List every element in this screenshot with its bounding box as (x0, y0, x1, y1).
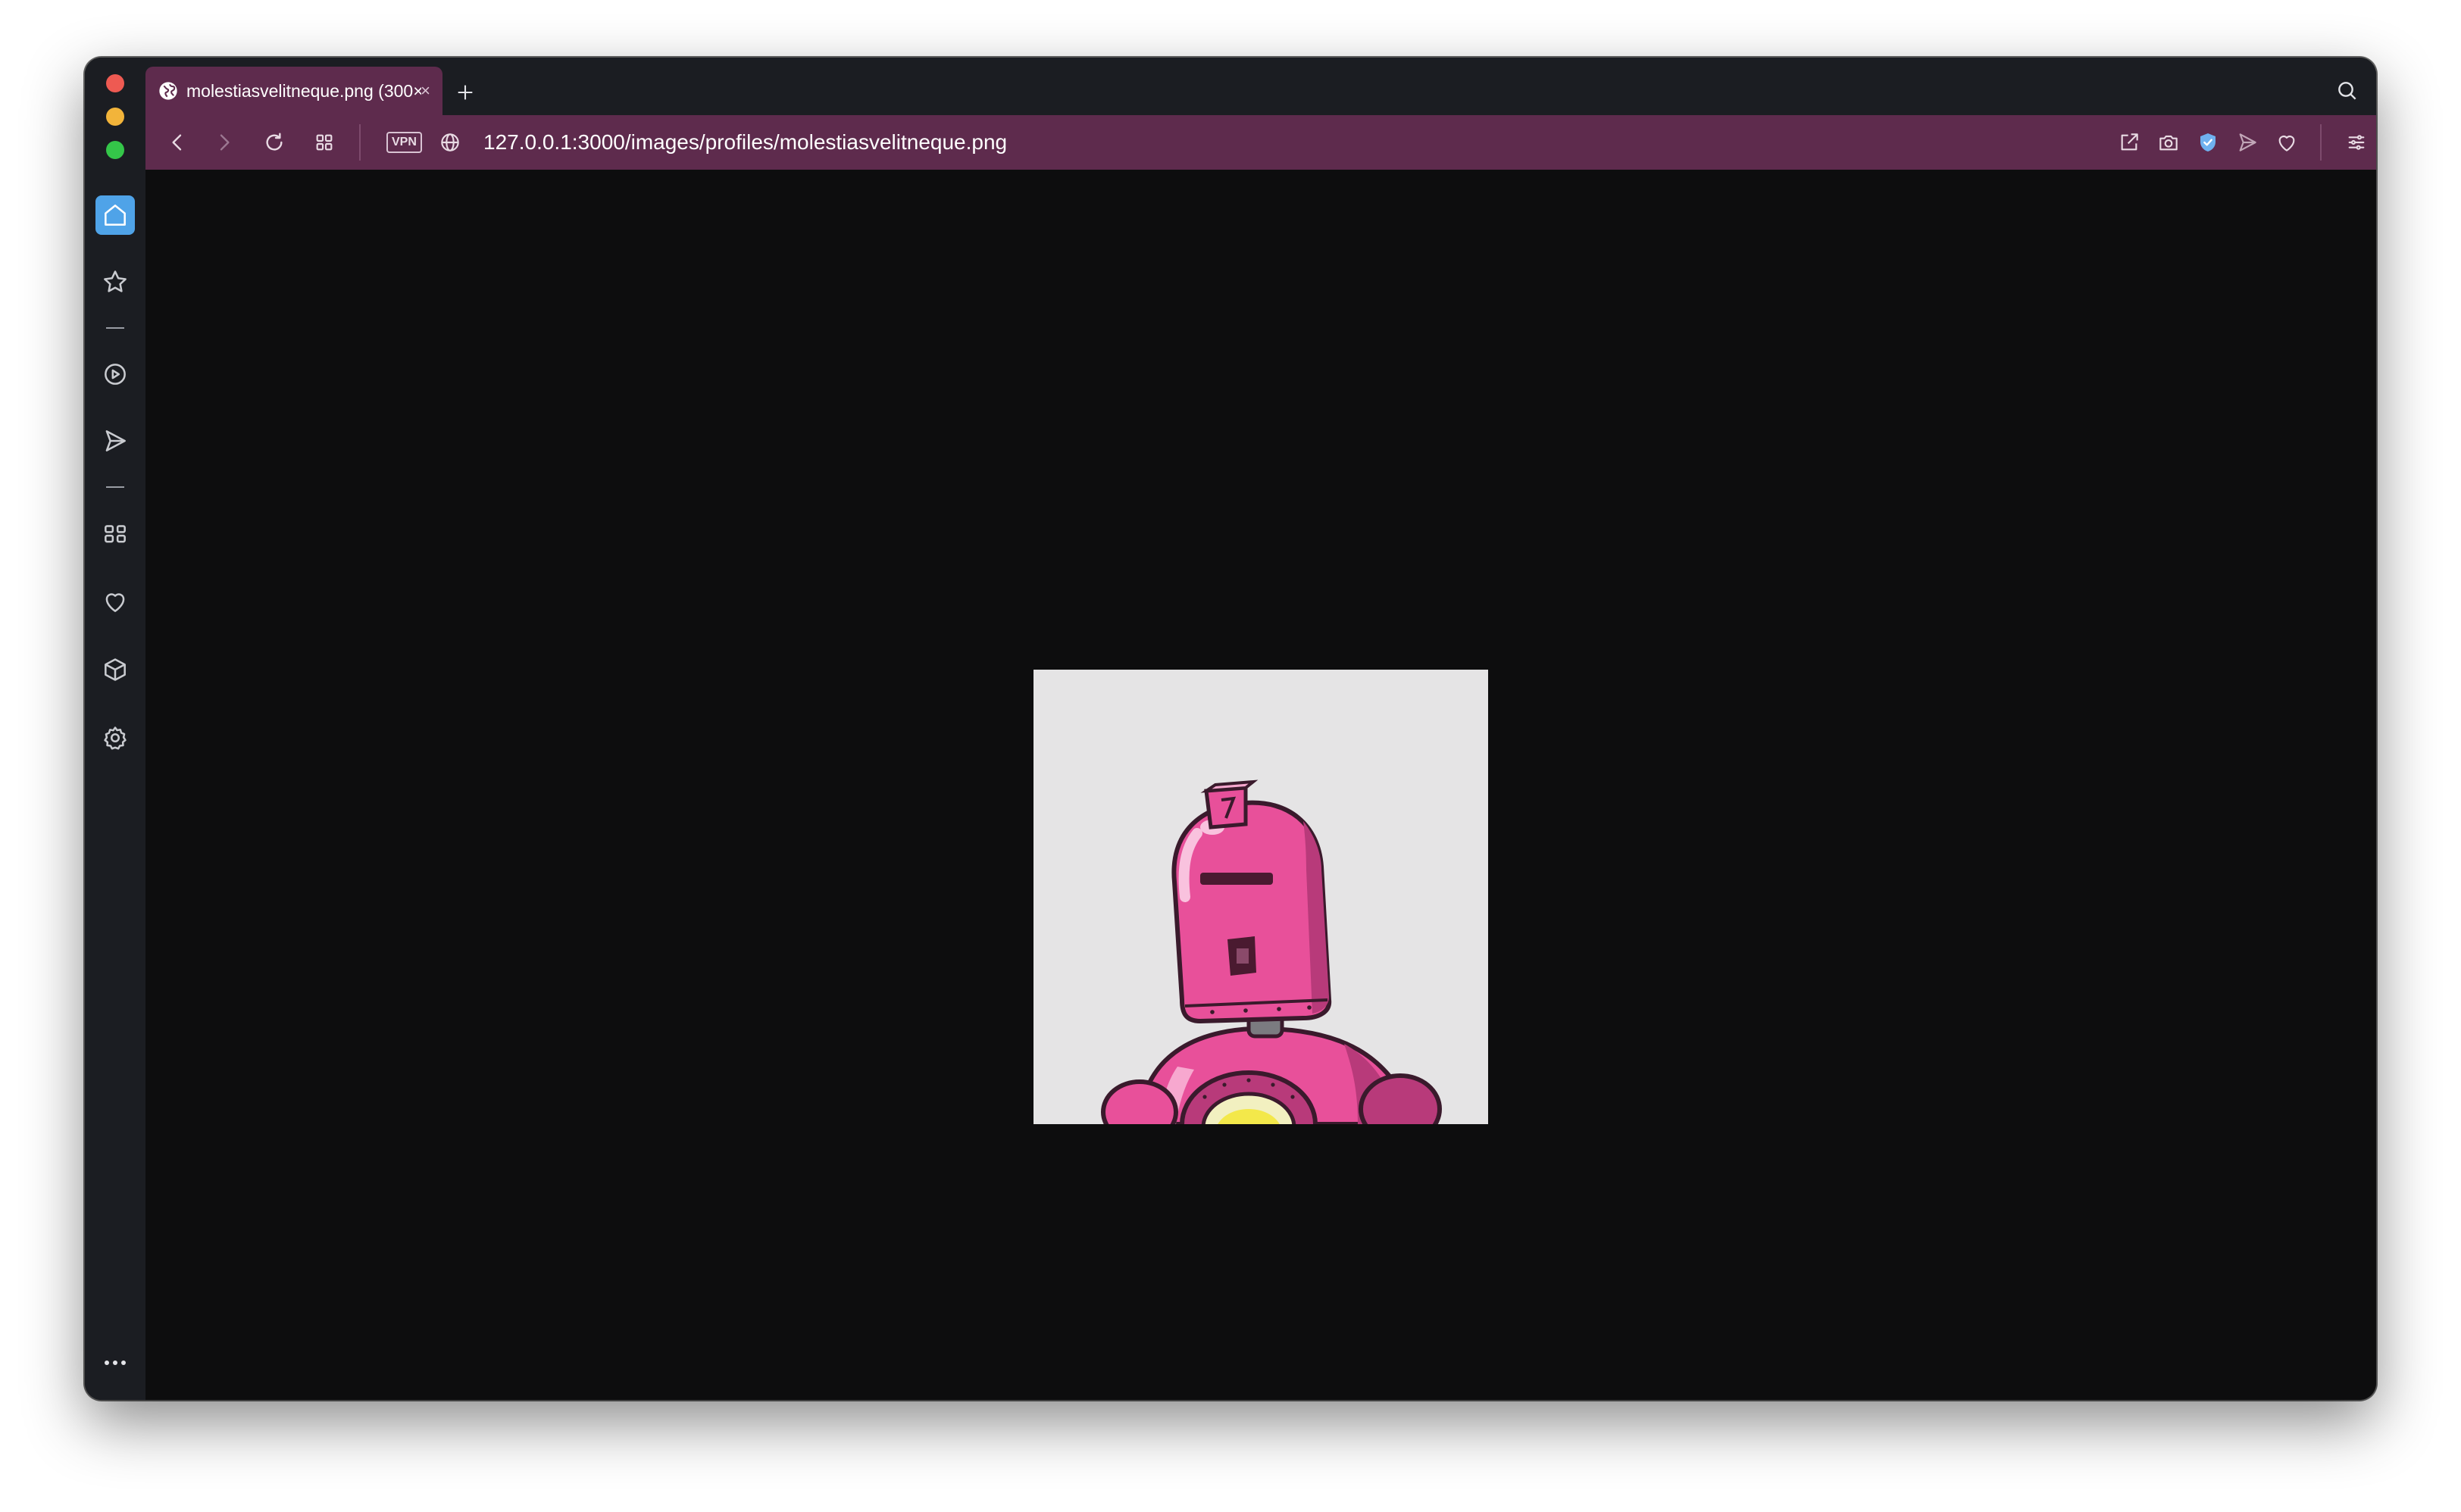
shield-icon (2200, 133, 2216, 152)
tabs-overview-button[interactable] (309, 127, 339, 158)
site-info-button[interactable] (435, 127, 465, 158)
profile-image (1033, 670, 1488, 1124)
sidebar-settings-button[interactable] (95, 718, 135, 758)
tabs-grid-icon (316, 134, 333, 151)
box-icon (105, 658, 126, 681)
toolbar-divider (359, 124, 361, 161)
sidebar-favorites-button[interactable] (95, 582, 135, 621)
apps-icon (105, 525, 126, 543)
sidebar (85, 58, 145, 1400)
back-icon (172, 134, 182, 151)
easy-setup-button[interactable] (2341, 127, 2372, 158)
sidebar-apps-button[interactable] (95, 514, 135, 553)
address-bar-url[interactable]: 127.0.0.1:3000/images/profiles/molestias… (483, 129, 1007, 156)
tab-strip: molestiasvelitneque.png (300× × (145, 58, 2376, 115)
tab-active[interactable]: molestiasvelitneque.png (300× × (145, 67, 442, 115)
send-to-button[interactable] (2232, 127, 2262, 158)
ad-blocker-button[interactable] (2193, 127, 2223, 158)
globe-icon (158, 80, 179, 102)
sidebar-more-button[interactable] (95, 1351, 135, 1374)
home-icon (105, 205, 126, 226)
plus-icon (458, 85, 473, 100)
vpn-badge[interactable]: VPN (386, 132, 422, 153)
snapshot-button[interactable] (2153, 127, 2184, 158)
sidebar-send-button[interactable] (95, 421, 135, 461)
robot-illustration (1033, 670, 1488, 1124)
forward-icon (220, 134, 230, 151)
share-icon (2121, 133, 2138, 151)
send-icon (105, 430, 126, 451)
page-content (145, 170, 2376, 1400)
sidebar-player-button[interactable] (95, 355, 135, 394)
globe-icon (441, 133, 459, 152)
search-icon (2338, 82, 2356, 100)
new-tab-button[interactable] (450, 77, 480, 108)
reload-button[interactable] (259, 127, 289, 158)
heart-icon (105, 593, 125, 612)
sidebar-divider (106, 486, 124, 488)
minimize-window-button[interactable] (106, 108, 124, 126)
player-icon (105, 364, 126, 385)
camera-icon (2159, 135, 2178, 151)
more-icon (105, 1360, 126, 1365)
star-icon (104, 270, 127, 292)
back-button[interactable] (162, 127, 192, 158)
menu-icon (2348, 135, 2365, 150)
sidebar-divider (106, 327, 124, 329)
bookmark-button[interactable] (2272, 127, 2302, 158)
heart-icon (2278, 136, 2295, 152)
forward-button[interactable] (209, 127, 239, 158)
share-button[interactable] (2114, 127, 2144, 158)
gear-icon (104, 726, 127, 750)
tab-search-button[interactable] (2332, 76, 2362, 106)
reload-icon (266, 133, 283, 151)
address-toolbar: VPN 127.0.0.1:3000/images/profiles/moles… (145, 115, 2376, 170)
sidebar-speed-dial-button[interactable] (95, 262, 135, 301)
browser-window: molestiasvelitneque.png (300× × VPN 127.… (85, 58, 2376, 1400)
sidebar-extensions-button[interactable] (95, 650, 135, 689)
tab-close-button[interactable]: × (421, 80, 430, 102)
close-window-button[interactable] (106, 74, 124, 92)
maximize-window-button[interactable] (106, 141, 124, 159)
tab-title: molestiasvelitneque.png (300× (186, 80, 421, 101)
sidebar-home-button[interactable] (95, 195, 135, 235)
toolbar-divider (2320, 124, 2322, 161)
send-icon (2239, 133, 2256, 152)
